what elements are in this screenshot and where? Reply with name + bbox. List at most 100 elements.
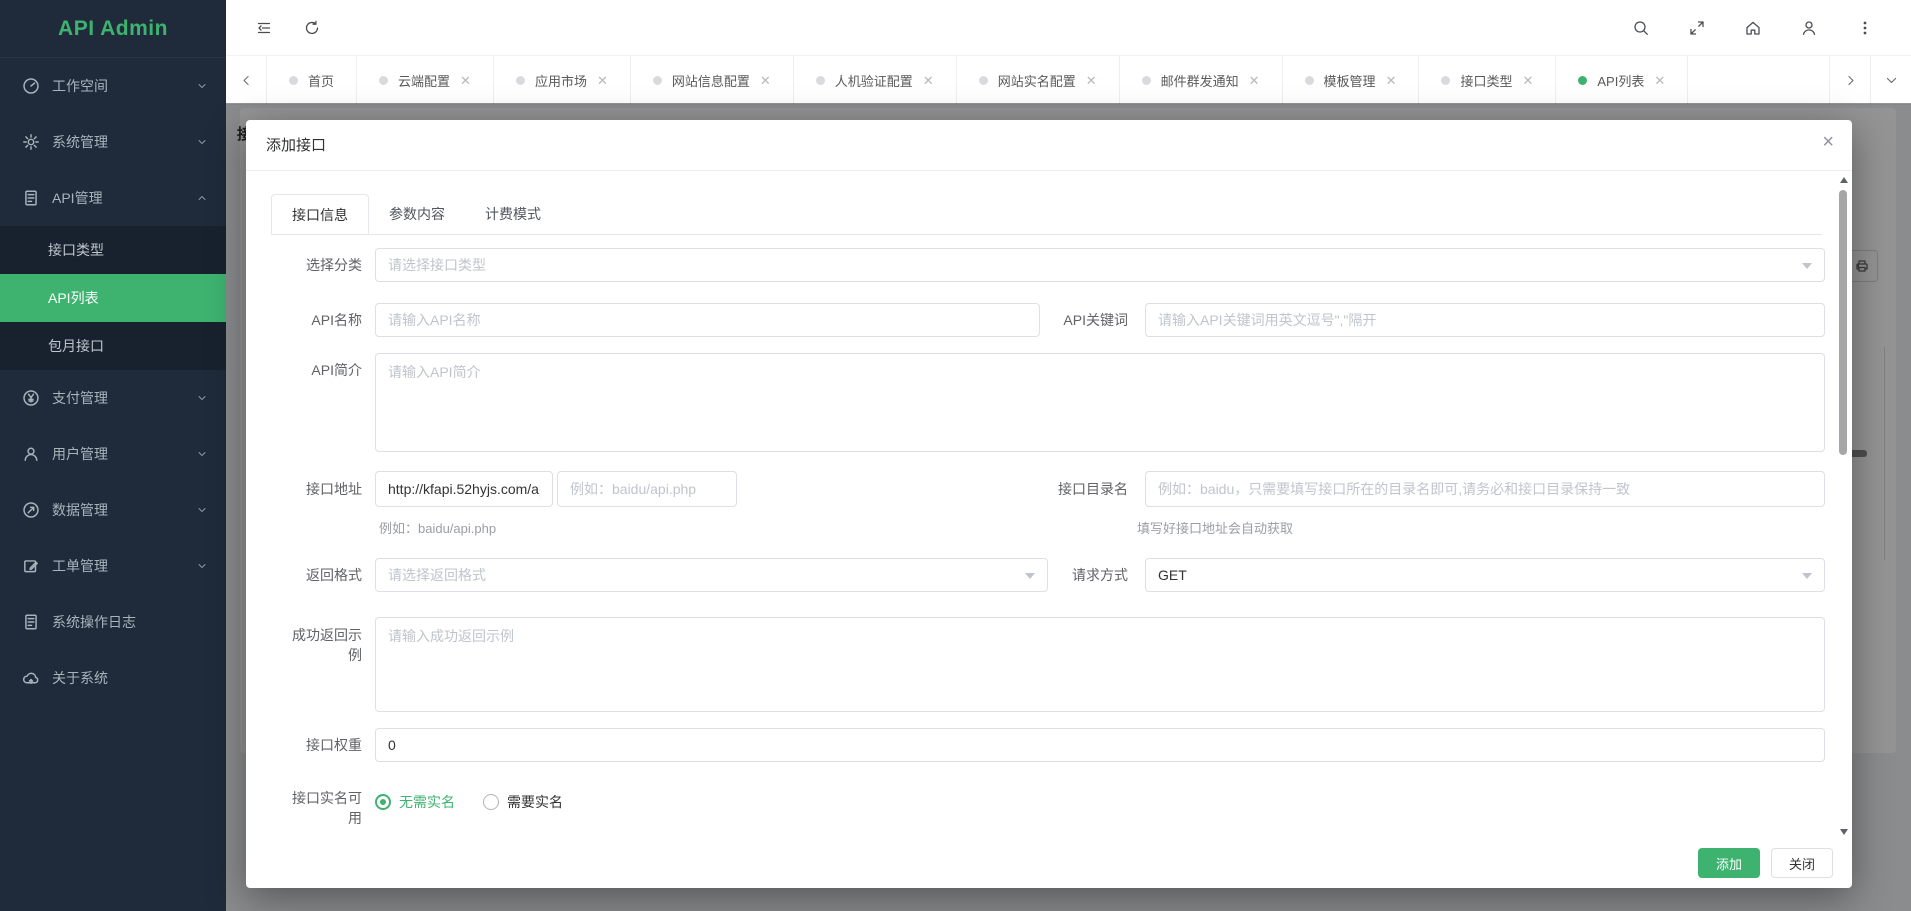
tab-dot <box>1441 76 1450 85</box>
sidebar-item-workspace[interactable]: 工作空间 <box>0 58 226 114</box>
chevron-down-icon <box>196 504 208 516</box>
refresh-icon[interactable] <box>302 18 322 38</box>
api-dir-label: 接口目录名 <box>1028 479 1128 499</box>
radio-need-realname[interactable]: 需要实名 <box>483 792 563 812</box>
tab-close-icon[interactable]: ✕ <box>1654 74 1665 87</box>
realname-radio-group: 无需实名 需要实名 <box>375 792 563 812</box>
sidebar-item-api[interactable]: API管理 <box>0 170 226 226</box>
weight-input[interactable] <box>375 728 1825 762</box>
tabs-menu-icon[interactable] <box>1870 56 1911 104</box>
about-icon <box>22 669 40 687</box>
sidebar-item-label: 工作空间 <box>52 76 108 96</box>
tab-close-icon[interactable]: ✕ <box>1386 74 1397 87</box>
chevron-down-icon <box>196 560 208 572</box>
gear-icon <box>22 133 40 151</box>
tab-app-market[interactable]: 应用市场 ✕ <box>494 56 631 104</box>
tab-site-info-config[interactable]: 网站信息配置 ✕ <box>631 56 794 104</box>
weight-label: 接口权重 <box>272 735 362 755</box>
api-url-input[interactable] <box>375 471 553 507</box>
scrollbar-thumb[interactable] <box>1839 190 1847 455</box>
more-vertical-icon[interactable] <box>1855 18 1875 38</box>
dialog-tab-billing[interactable]: 计费模式 <box>465 194 561 234</box>
api-keywords-input[interactable] <box>1145 303 1825 337</box>
success-example-textarea[interactable] <box>375 617 1825 712</box>
api-keywords-label: API关键词 <box>1028 310 1128 330</box>
add-api-dialog: 添加接口 × 接口信息 参数内容 计费模式 选择分类 请选择接口类型 API名称… <box>246 120 1852 888</box>
collapse-sidebar-icon[interactable] <box>254 18 274 38</box>
add-button[interactable]: 添加 <box>1698 848 1760 878</box>
close-button[interactable]: 关闭 <box>1771 848 1833 878</box>
close-icon[interactable]: × <box>1822 132 1834 152</box>
caret-down-icon <box>1802 263 1812 269</box>
sidebar-item-system[interactable]: 系统管理 <box>0 114 226 170</box>
sidebar-subitem-monthly-api[interactable]: 包月接口 <box>0 322 226 370</box>
tab-dot <box>653 76 662 85</box>
chevron-down-icon <box>196 392 208 404</box>
sidebar-item-syslog[interactable]: 系统操作日志 <box>0 594 226 650</box>
yen-icon <box>22 389 40 407</box>
data-icon <box>22 501 40 519</box>
tab-close-icon[interactable]: ✕ <box>460 74 471 87</box>
sidebar-item-label: 关于系统 <box>52 668 108 688</box>
api-name-input[interactable] <box>375 303 1040 337</box>
tabs-scroll-right-icon[interactable] <box>1829 56 1870 104</box>
tab-realname-config[interactable]: 网站实名配置 ✕ <box>957 56 1120 104</box>
sidebar-item-payment[interactable]: 支付管理 <box>0 370 226 426</box>
scroll-down-icon[interactable] <box>1840 829 1848 835</box>
tab-api-list[interactable]: API列表 ✕ <box>1556 56 1688 104</box>
tab-dot <box>1142 76 1151 85</box>
request-method-label: 请求方式 <box>1028 565 1128 585</box>
caret-down-icon <box>1802 573 1812 579</box>
scroll-up-icon[interactable] <box>1840 177 1848 183</box>
dialog-tab-api-info[interactable]: 接口信息 <box>271 194 369 234</box>
tab-dot <box>379 76 388 85</box>
sidebar-subitem-label: 接口类型 <box>48 240 104 260</box>
return-format-select[interactable]: 请选择返回格式 <box>375 558 1048 592</box>
tab-cloud-config[interactable]: 云端配置 ✕ <box>357 56 494 104</box>
api-url-helper: 例如：baidu/api.php <box>379 518 496 537</box>
fullscreen-icon[interactable] <box>1687 18 1707 38</box>
tab-close-icon[interactable]: ✕ <box>1086 74 1097 87</box>
sidebar: API Admin 工作空间 系统管理 API管理 接口类型 API列表 包月接… <box>0 0 226 911</box>
sidebar-item-tickets[interactable]: 工单管理 <box>0 538 226 594</box>
tab-api-type[interactable]: 接口类型 ✕ <box>1419 56 1556 104</box>
api-dir-helper: 填写好接口地址会自动获取 <box>1137 518 1293 537</box>
api-url-example-input[interactable] <box>557 471 737 507</box>
chevron-up-icon <box>196 192 208 204</box>
sidebar-item-label: 工单管理 <box>52 556 108 576</box>
sidebar-item-data[interactable]: 数据管理 <box>0 482 226 538</box>
dialog-tab-params[interactable]: 参数内容 <box>369 194 465 234</box>
api-dir-input[interactable] <box>1145 471 1825 507</box>
radio-checked-icon <box>375 794 391 810</box>
tab-close-icon[interactable]: ✕ <box>1522 74 1533 87</box>
topbar <box>226 0 1911 55</box>
tab-home[interactable]: 首页 <box>267 56 357 104</box>
api-intro-textarea[interactable] <box>375 353 1825 452</box>
tab-dot <box>1305 76 1314 85</box>
tab-template-mgmt[interactable]: 模板管理 ✕ <box>1283 56 1420 104</box>
tab-close-icon[interactable]: ✕ <box>597 74 608 87</box>
sidebar-item-users[interactable]: 用户管理 <box>0 426 226 482</box>
search-icon[interactable] <box>1631 18 1651 38</box>
tab-close-icon[interactable]: ✕ <box>760 74 771 87</box>
home-icon[interactable] <box>1743 18 1763 38</box>
sidebar-item-about[interactable]: 关于系统 <box>0 650 226 706</box>
sidebar-item-label: 支付管理 <box>52 388 108 408</box>
api-intro-label: API简介 <box>272 360 362 380</box>
category-select[interactable]: 请选择接口类型 <box>375 248 1825 282</box>
sidebar-subitem-api-type[interactable]: 接口类型 <box>0 226 226 274</box>
tabs-scroll-left-icon[interactable] <box>226 56 267 104</box>
tab-close-icon[interactable]: ✕ <box>923 74 934 87</box>
radio-no-realname[interactable]: 无需实名 <box>375 792 455 812</box>
tab-captcha-config[interactable]: 人机验证配置 ✕ <box>794 56 957 104</box>
user-avatar-icon[interactable] <box>1799 18 1819 38</box>
tab-close-icon[interactable]: ✕ <box>1249 74 1260 87</box>
tab-dot <box>979 76 988 85</box>
realname-label: 接口实名可用 <box>286 788 362 828</box>
sidebar-subitem-label: API列表 <box>48 288 99 308</box>
sidebar-subitem-api-list[interactable]: API列表 <box>0 274 226 322</box>
sidebar-item-label: 系统管理 <box>52 132 108 152</box>
request-method-select[interactable]: GET <box>1145 558 1825 592</box>
sidebar-item-label: 数据管理 <box>52 500 108 520</box>
tab-mail-notify[interactable]: 邮件群发通知 ✕ <box>1120 56 1283 104</box>
